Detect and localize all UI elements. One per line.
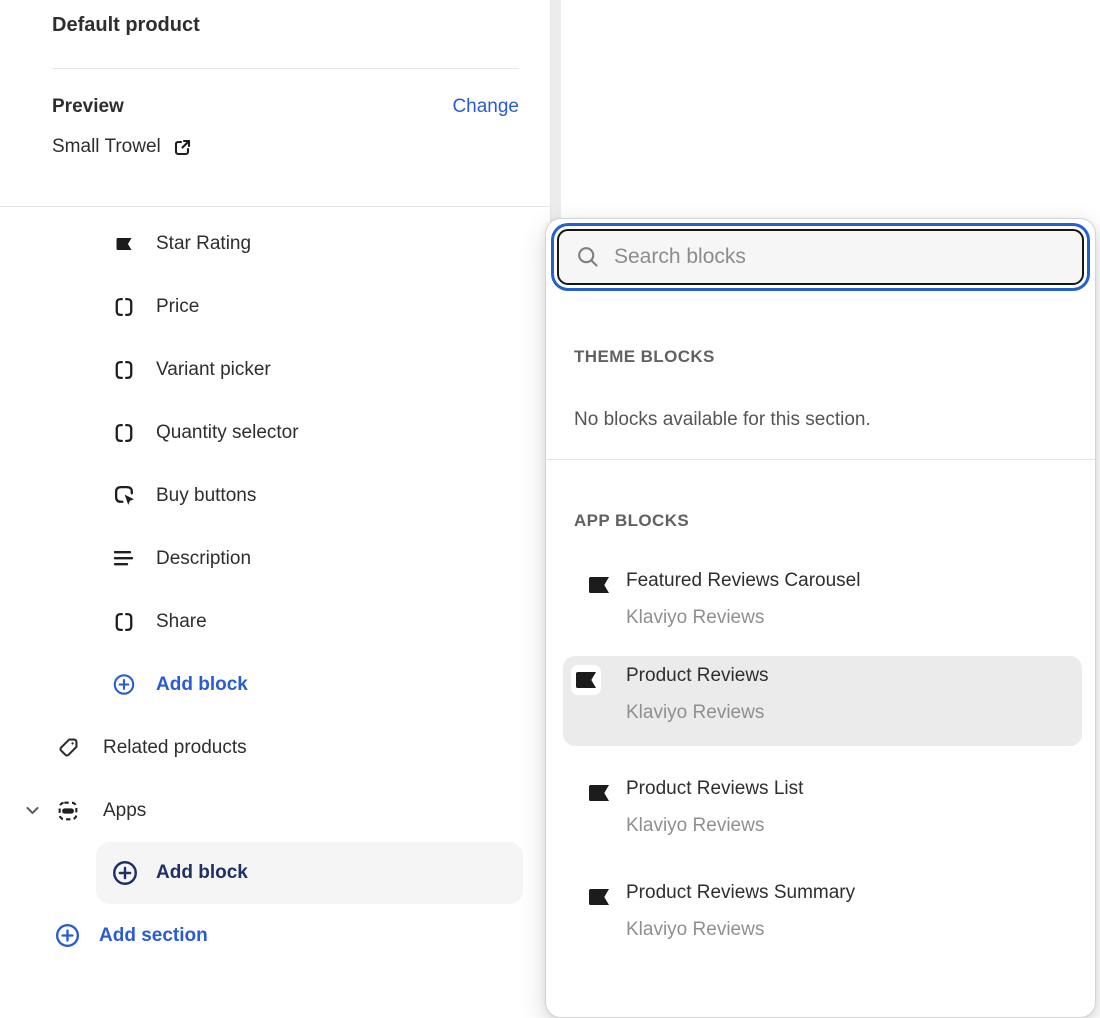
chevron-down-icon[interactable]: [24, 802, 41, 819]
block-row-buy-buttons[interactable]: Buy buttons: [0, 464, 550, 527]
theme-blocks-heading: THEME BLOCKS: [574, 347, 715, 367]
block-label: Variant picker: [156, 359, 271, 381]
plus-circle-icon: [54, 922, 81, 949]
app-blocks-heading: APP BLOCKS: [574, 511, 689, 531]
block-label: Quantity selector: [156, 422, 299, 444]
preview-product-name: Small Trowel: [52, 136, 161, 158]
search-field[interactable]: [557, 229, 1084, 285]
external-link-icon[interactable]: [172, 137, 193, 158]
app-block-product-reviews[interactable]: Product Reviews Klaviyo Reviews: [563, 656, 1082, 746]
section-header-card: Default product Preview Change Small Tro…: [0, 0, 550, 207]
add-block-popover: THEME BLOCKS No blocks available for thi…: [545, 218, 1096, 1018]
text-lines-icon: [112, 550, 136, 568]
block-brackets-icon: [112, 296, 136, 318]
app-block-product-reviews-summary[interactable]: Product Reviews Summary Klaviyo Reviews: [546, 873, 1095, 965]
block-row-quantity-selector[interactable]: Quantity selector: [0, 401, 550, 464]
block-row-description[interactable]: Description: [0, 527, 550, 590]
block-row-star-rating[interactable]: Star Rating: [0, 212, 550, 275]
app-block-title: Product Reviews Summary: [626, 881, 855, 905]
apps-add-block-label: Add block: [156, 862, 248, 884]
app-block-subtitle: Klaviyo Reviews: [626, 701, 769, 725]
plus-circle-icon: [110, 859, 139, 887]
app-flag-icon: [584, 778, 614, 808]
theme-blocks-empty-text: No blocks available for this section.: [574, 409, 871, 431]
section-row-apps[interactable]: Apps: [0, 779, 550, 842]
apps-block-icon: [56, 799, 80, 823]
search-blocks-input[interactable]: [614, 245, 1065, 269]
app-block-texts: Product Reviews List Klaviyo Reviews: [626, 777, 803, 838]
app-flag-icon: [584, 882, 614, 912]
block-label: Buy buttons: [156, 485, 256, 507]
app-block-featured-reviews-carousel[interactable]: Featured Reviews Carousel Klaviyo Review…: [546, 561, 1095, 653]
block-list: Star Rating Price Variant picker: [0, 212, 550, 967]
search-focus-ring: [554, 226, 1087, 288]
change-preview-link[interactable]: Change: [452, 96, 519, 118]
block-row-share[interactable]: Share: [0, 590, 550, 653]
add-section-label: Add section: [99, 925, 208, 947]
block-row-variant-picker[interactable]: Variant picker: [0, 338, 550, 401]
section-label: Apps: [103, 800, 146, 822]
tag-icon: [56, 736, 80, 759]
block-brackets-icon: [112, 611, 136, 633]
add-block-label: Add block: [156, 674, 248, 696]
app-flag-icon: [584, 570, 614, 600]
header-divider: [52, 68, 519, 69]
search-icon: [576, 245, 600, 269]
block-label: Price: [156, 296, 199, 318]
preview-product[interactable]: Small Trowel: [52, 136, 193, 158]
app-block-title: Product Reviews List: [626, 777, 803, 801]
block-row-price[interactable]: Price: [0, 275, 550, 338]
section-label: Related products: [103, 737, 247, 759]
preview-label: Preview: [52, 96, 124, 118]
add-block-button[interactable]: Add block: [0, 653, 550, 716]
app-block-product-reviews-list[interactable]: Product Reviews List Klaviyo Reviews: [546, 769, 1095, 861]
app-block-subtitle: Klaviyo Reviews: [626, 814, 803, 838]
add-section-button[interactable]: Add section: [0, 904, 550, 967]
block-label: Star Rating: [156, 233, 251, 255]
block-label: Description: [156, 548, 251, 570]
app-block-title: Product Reviews: [626, 664, 769, 688]
plus-circle-icon: [112, 672, 136, 697]
app-block-texts: Product Reviews Klaviyo Reviews: [626, 664, 769, 725]
app-flag-icon: [571, 665, 601, 695]
block-brackets-icon: [112, 422, 136, 444]
popover-divider: [546, 459, 1095, 460]
apps-add-block-button[interactable]: Add block: [96, 842, 523, 904]
app-block-texts: Product Reviews Summary Klaviyo Reviews: [626, 881, 855, 942]
sections-sidebar: Default product Preview Change Small Tro…: [0, 0, 551, 974]
block-brackets-icon: [112, 359, 136, 381]
page-title: Default product: [52, 14, 200, 37]
section-row-related-products[interactable]: Related products: [0, 716, 550, 779]
block-label: Share: [156, 611, 207, 633]
buy-button-cursor-icon: [112, 484, 136, 507]
app-flag-icon: [112, 238, 136, 250]
app-block-subtitle: Klaviyo Reviews: [626, 918, 855, 942]
app-block-subtitle: Klaviyo Reviews: [626, 606, 860, 630]
app-block-title: Featured Reviews Carousel: [626, 569, 860, 593]
app-block-texts: Featured Reviews Carousel Klaviyo Review…: [626, 569, 860, 630]
